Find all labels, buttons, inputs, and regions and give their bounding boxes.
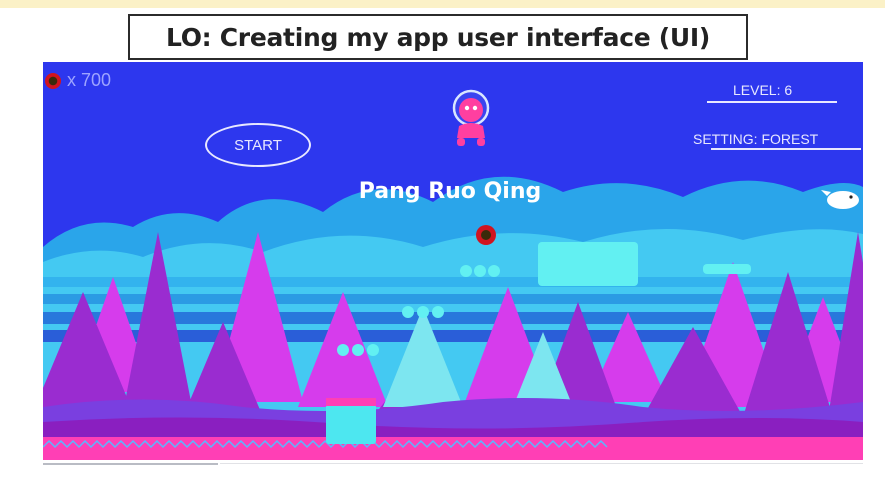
start-button-label: START (234, 136, 282, 154)
level-label: LEVEL: 6 (733, 82, 793, 98)
astronaut-character (452, 89, 490, 146)
red-coin-pickup (476, 225, 496, 245)
forest-background (43, 89, 863, 460)
level-underline (707, 101, 837, 103)
author-name: Pang Ruo Qing (358, 179, 542, 204)
cyan-platform-small (703, 264, 751, 274)
coin-counter: x 700 (45, 70, 111, 91)
coin-count: x 700 (67, 70, 112, 90)
coin-icon (45, 72, 61, 89)
bottom-rule (43, 463, 218, 465)
setting-label: SETTING: FOREST (693, 131, 819, 147)
top-strip (0, 0, 885, 8)
game-scene[interactable]: x 700 START LEVEL: 6 SETTING: FOREST Pan… (43, 62, 863, 460)
start-button[interactable]: START (205, 123, 311, 167)
cyan-block-large (538, 242, 638, 286)
slide-title: LO: Creating my app user interface (UI) (165, 22, 711, 52)
cyan-block-ground (326, 398, 376, 444)
bottom-rule-light (220, 463, 863, 464)
ground-trim (43, 437, 863, 460)
slide-title-box: LO: Creating my app user interface (UI) (128, 14, 748, 60)
setting-underline (711, 148, 861, 150)
